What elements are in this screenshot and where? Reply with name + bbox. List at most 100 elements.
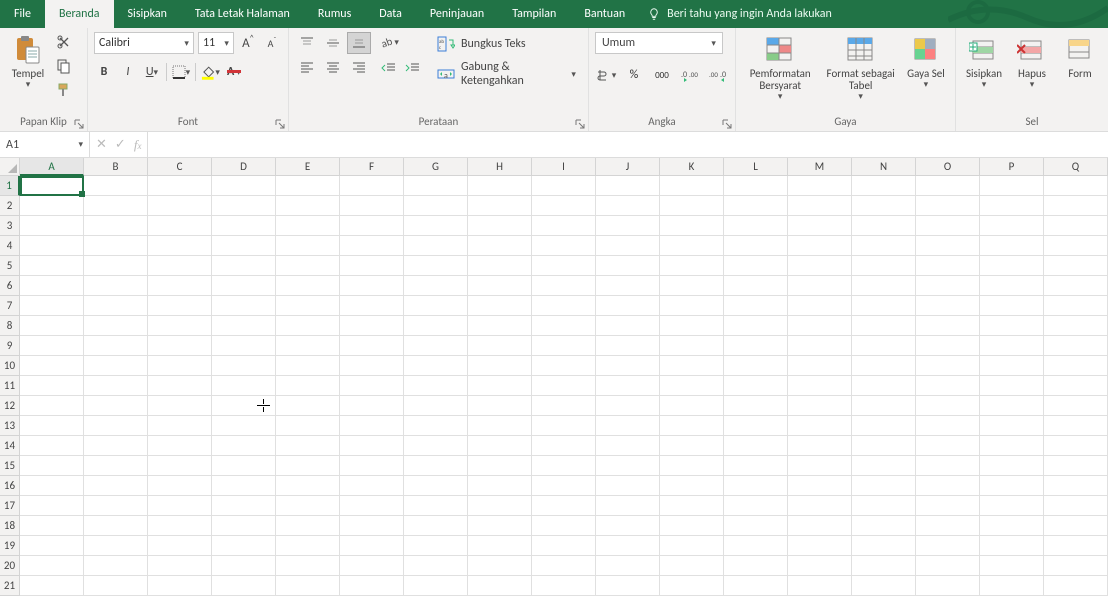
cell[interactable] [532,516,596,536]
cell[interactable] [596,276,660,296]
cell[interactable] [340,356,404,376]
tab-data[interactable]: Data [365,0,416,28]
cell[interactable] [596,316,660,336]
tab-page-layout[interactable]: Tata Letak Halaman [181,0,304,28]
cell[interactable] [212,376,276,396]
underline-button[interactable]: U▾ [142,62,162,82]
cell[interactable] [20,416,84,436]
cell[interactable] [852,256,916,276]
cell[interactable] [1044,436,1108,456]
cell[interactable] [916,416,980,436]
cell[interactable] [148,296,212,316]
cell[interactable] [596,476,660,496]
cell[interactable] [916,536,980,556]
cell[interactable] [852,516,916,536]
tab-file[interactable]: File [0,0,45,28]
merge-center-button[interactable]: a Gabung & Ketengahkan ▾ [431,62,582,86]
row-header-2[interactable]: 2 [0,196,20,216]
enter-formula-button[interactable]: ✓ [115,137,126,152]
cell[interactable] [532,536,596,556]
cell[interactable] [596,396,660,416]
italic-button[interactable]: I [118,62,138,82]
cell[interactable] [20,236,84,256]
cell[interactable] [1044,196,1108,216]
cell[interactable] [468,556,532,576]
cell[interactable] [724,396,788,416]
cell[interactable] [724,196,788,216]
column-header-M[interactable]: M [788,158,852,176]
cell[interactable] [468,396,532,416]
cell[interactable] [468,176,532,196]
cell[interactable] [724,416,788,436]
cell[interactable] [148,416,212,436]
cell[interactable] [788,316,852,336]
cell[interactable] [84,176,148,196]
cell[interactable] [852,176,916,196]
cell[interactable] [788,576,852,596]
cell[interactable] [532,356,596,376]
cell[interactable] [148,316,212,336]
cell[interactable] [276,316,340,336]
cell[interactable] [660,276,724,296]
cell[interactable] [20,216,84,236]
cell[interactable] [20,356,84,376]
cell[interactable] [852,536,916,556]
cell[interactable] [84,256,148,276]
cell[interactable] [84,356,148,376]
cell[interactable] [212,536,276,556]
cell[interactable] [596,576,660,596]
cell[interactable] [532,556,596,576]
column-header-G[interactable]: G [404,158,468,176]
cell[interactable] [852,396,916,416]
cell[interactable] [596,236,660,256]
cell[interactable] [148,396,212,416]
cell[interactable] [84,376,148,396]
cell[interactable] [916,236,980,256]
cell[interactable] [468,336,532,356]
cell[interactable] [148,516,212,536]
cell[interactable] [20,516,84,536]
cell[interactable] [724,336,788,356]
cell[interactable] [20,536,84,556]
cell[interactable] [1044,296,1108,316]
cell[interactable] [468,436,532,456]
fill-color-button[interactable]: ▾ [200,62,220,82]
cell[interactable] [212,476,276,496]
cell[interactable] [724,476,788,496]
cell[interactable] [532,396,596,416]
cell[interactable] [276,376,340,396]
number-dialog-launcher[interactable] [721,118,733,130]
align-left-button[interactable] [295,56,319,78]
cell[interactable] [84,456,148,476]
cell[interactable] [532,196,596,216]
cell[interactable] [404,536,468,556]
cell[interactable] [148,356,212,376]
cell[interactable] [980,316,1044,336]
cell[interactable] [660,516,724,536]
select-all-corner[interactable] [0,158,20,176]
cell[interactable] [468,216,532,236]
cell[interactable] [404,316,468,336]
cell[interactable] [276,536,340,556]
cell[interactable] [852,276,916,296]
cell[interactable] [660,416,724,436]
cell[interactable] [788,256,852,276]
cell[interactable] [852,416,916,436]
cell[interactable] [1044,336,1108,356]
cell[interactable] [276,296,340,316]
cell[interactable] [788,456,852,476]
cell[interactable] [596,456,660,476]
cell[interactable] [788,516,852,536]
cell[interactable] [340,476,404,496]
cell[interactable] [724,316,788,336]
cell[interactable] [788,296,852,316]
column-header-I[interactable]: I [532,158,596,176]
cell[interactable] [788,476,852,496]
cell[interactable] [916,216,980,236]
increase-font-size-button[interactable]: A^ [238,33,258,53]
cell[interactable] [404,236,468,256]
column-header-L[interactable]: L [724,158,788,176]
cell[interactable] [468,256,532,276]
cell[interactable] [148,536,212,556]
cell[interactable] [852,236,916,256]
